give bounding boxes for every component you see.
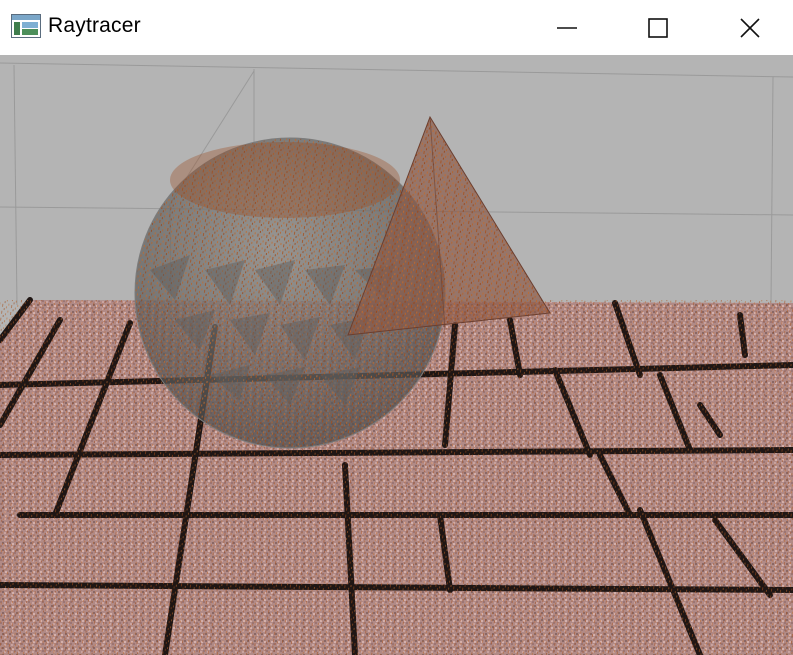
- window-app-icon: [11, 14, 41, 38]
- minimize-button[interactable]: [521, 0, 613, 55]
- window-title: Raytracer: [48, 14, 141, 37]
- minimize-icon: [557, 26, 577, 29]
- render-viewport[interactable]: [0, 55, 793, 655]
- maximize-button[interactable]: [612, 0, 704, 55]
- title-bar[interactable]: Raytracer: [0, 0, 793, 55]
- maximize-icon: [648, 17, 668, 38]
- close-button[interactable]: [704, 0, 793, 55]
- render-canvas: [0, 62, 793, 655]
- raytracer-window: Raytracer: [0, 0, 793, 655]
- close-icon: [740, 17, 760, 38]
